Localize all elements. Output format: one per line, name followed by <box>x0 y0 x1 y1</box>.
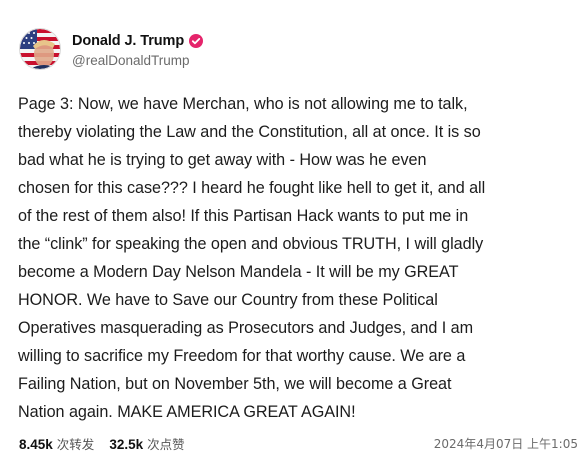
author-handle[interactable]: @realDonaldTrump <box>72 53 203 68</box>
post-card: Donald J. Trump @realDonaldTrump Page 3:… <box>0 0 582 460</box>
avatar-image <box>20 29 60 69</box>
likes-label: 次点赞 <box>147 436 185 452</box>
post-footer: 8.45k 次转发 32.5k 次点赞 2024年4月07日 上午1:05 <box>19 433 578 453</box>
author-display-name[interactable]: Donald J. Trump <box>72 33 184 49</box>
name-row: Donald J. Trump <box>72 31 204 51</box>
likes-count: 32.5k <box>109 436 144 452</box>
post-header: Donald J. Trump @realDonaldTrump <box>19 26 204 72</box>
likes-stat[interactable]: 32.5k 次点赞 <box>109 434 184 453</box>
post-timestamp[interactable]: 2024年4月07日 上午1:05 <box>434 435 578 452</box>
reposts-label: 次转发 <box>56 436 95 452</box>
avatar[interactable] <box>19 28 61 70</box>
reposts-count: 8.45k <box>19 436 53 452</box>
post-body-text: Page 3: Now, we have Merchan, who is not… <box>18 95 486 421</box>
verified-badge-icon <box>189 33 204 48</box>
reposts-stat[interactable]: 8.45k 次转发 <box>19 434 94 453</box>
author-info: Donald J. Trump @realDonaldTrump <box>72 31 204 68</box>
